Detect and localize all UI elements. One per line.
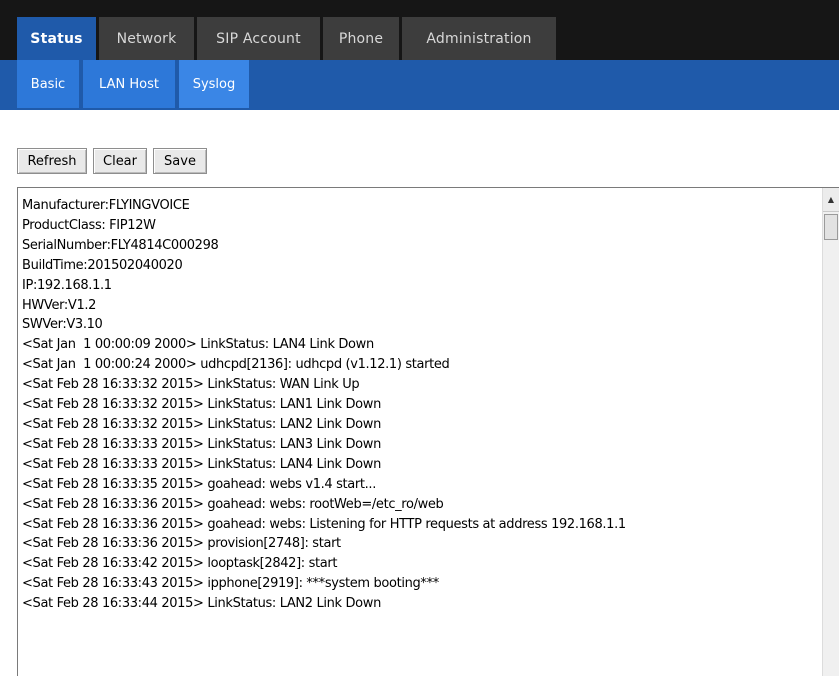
top-tabs: Status Network SIP Account Phone Adminis… xyxy=(17,17,559,60)
log-line: <Sat Feb 28 16:33:32 2015> LinkStatus: L… xyxy=(22,397,381,413)
sub-nav-bar: Basic LAN Host Syslog xyxy=(0,60,839,110)
log-line: <Sat Feb 28 16:33:33 2015> LinkStatus: L… xyxy=(22,436,381,452)
triangle-up-icon[interactable]: ▲ xyxy=(823,188,839,212)
action-buttons: Refresh Clear Save xyxy=(17,148,213,174)
clear-button[interactable]: Clear xyxy=(93,148,147,174)
tab-network[interactable]: Network xyxy=(99,17,194,60)
log-line: Manufacturer:FLYINGVOICE xyxy=(22,198,190,213)
tab-status[interactable]: Status xyxy=(17,17,96,60)
log-line: <Sat Feb 28 16:33:42 2015> looptask[2842… xyxy=(22,556,338,572)
log-line: <Sat Feb 28 16:33:32 2015> LinkStatus: L… xyxy=(22,416,381,432)
log-line: <Sat Feb 28 16:33:43 2015> ipphone[2919]… xyxy=(22,576,439,592)
tab-sip-account[interactable]: SIP Account xyxy=(197,17,320,60)
tab-sip-account-label: SIP Account xyxy=(216,30,301,47)
save-button[interactable]: Save xyxy=(153,148,207,174)
tab-network-label: Network xyxy=(116,30,177,47)
sub-tabs: Basic LAN Host Syslog xyxy=(17,60,253,108)
tab-administration[interactable]: Administration xyxy=(402,17,556,60)
subtab-basic[interactable]: Basic xyxy=(17,60,79,108)
log-line: ProductClass: FIP12W xyxy=(22,217,156,233)
log-line: BuildTime:201502040020 xyxy=(22,257,183,273)
log-line: <Sat Jan 1 00:00:24 2000> udhcpd[2136]: … xyxy=(22,357,450,373)
syslog-textarea[interactable]: Manufacturer:FLYINGVOICE ProductClass: FI… xyxy=(17,187,839,676)
log-line: SerialNumber:FLY4814C000298 xyxy=(22,237,219,253)
tab-phone-label: Phone xyxy=(338,30,384,47)
log-line: <Sat Feb 28 16:33:32 2015> LinkStatus: W… xyxy=(22,377,360,393)
log-line: <Sat Feb 28 16:33:33 2015> LinkStatus: L… xyxy=(22,456,381,472)
subtab-basic-label: Basic xyxy=(30,76,66,92)
log-line: HWVer:V1.2 xyxy=(22,297,97,313)
vertical-scrollbar[interactable]: ▲ xyxy=(822,188,839,676)
syslog-content: Manufacturer:FLYINGVOICE ProductClass: FI… xyxy=(22,196,815,614)
tab-administration-label: Administration xyxy=(426,30,532,47)
refresh-button[interactable]: Refresh xyxy=(17,148,87,174)
log-line: <Sat Feb 28 16:33:44 2015> LinkStatus: L… xyxy=(22,596,381,612)
log-line: <Sat Feb 28 16:33:36 2015> goahead: webs… xyxy=(22,496,444,512)
log-line: <Sat Feb 28 16:33:36 2015> goahead: webs… xyxy=(22,516,626,532)
top-nav-bar: Status Network SIP Account Phone Adminis… xyxy=(0,0,839,60)
log-line: <Sat Feb 28 16:33:35 2015> goahead: webs… xyxy=(22,476,376,492)
subtab-syslog-label: Syslog xyxy=(192,76,236,92)
subtab-lan-host[interactable]: LAN Host xyxy=(83,60,175,108)
tab-phone[interactable]: Phone xyxy=(323,17,399,60)
log-line: <Sat Jan 1 00:00:09 2000> LinkStatus: LA… xyxy=(22,337,374,353)
tab-status-label: Status xyxy=(30,30,83,47)
log-line: <Sat Feb 28 16:33:36 2015> provision[274… xyxy=(22,536,341,552)
scroll-thumb[interactable] xyxy=(824,214,838,240)
log-line: SWVer:V3.10 xyxy=(22,317,103,333)
subtab-syslog[interactable]: Syslog xyxy=(179,60,249,108)
log-line: IP:192.168.1.1 xyxy=(22,277,112,293)
subtab-lan-host-label: LAN Host xyxy=(99,76,159,92)
